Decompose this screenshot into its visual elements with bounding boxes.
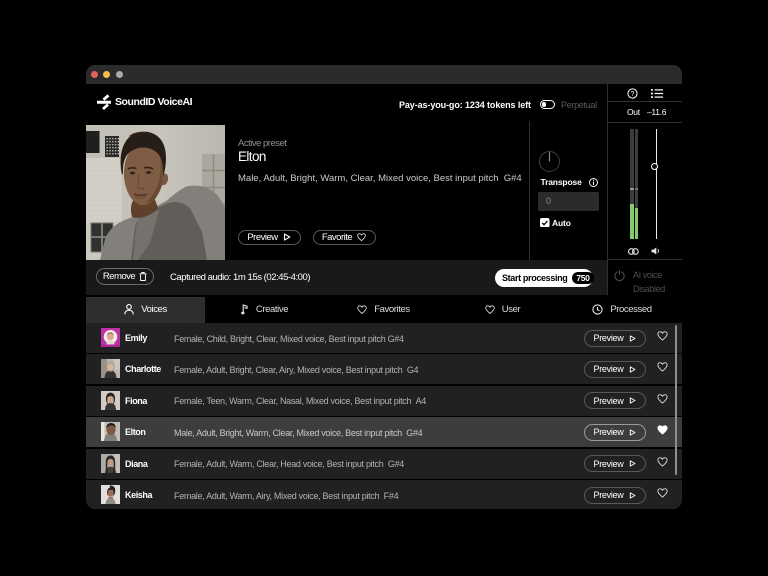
svg-text:?: ?: [631, 91, 635, 98]
